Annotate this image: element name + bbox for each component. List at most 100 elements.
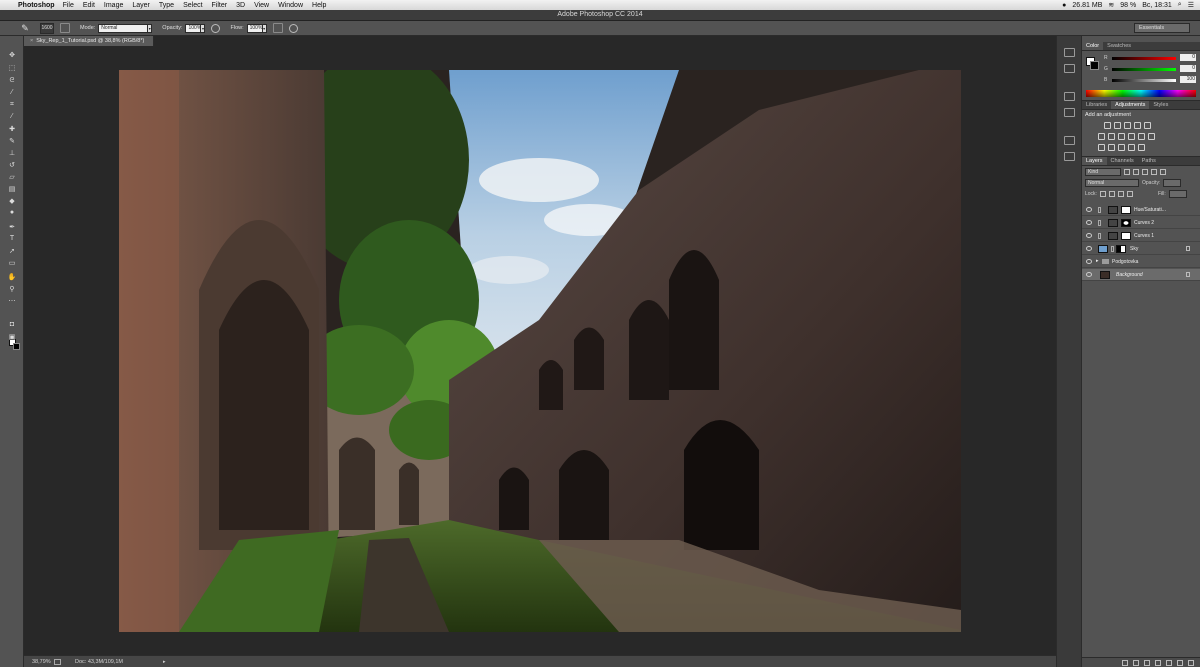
menu-app-name[interactable]: Photoshop — [18, 2, 55, 9]
menu-image[interactable]: Image — [104, 2, 123, 9]
filter-pixel-icon[interactable] — [1124, 168, 1130, 175]
marquee-tool-icon[interactable]: ⬚ — [7, 63, 17, 72]
filter-smart-object-icon[interactable] — [1160, 168, 1166, 175]
layer-filter-kind-select[interactable]: Kind — [1085, 167, 1121, 176]
eyedropper-tool-icon[interactable]: ⁄ — [7, 112, 17, 121]
tablet-pressure-size-icon[interactable] — [288, 23, 298, 33]
zoom-level-field[interactable]: 38,79% — [32, 659, 51, 665]
tab-libraries[interactable]: Libraries — [1082, 101, 1111, 109]
filter-adjustment-icon[interactable] — [1133, 168, 1139, 175]
workspace-switcher[interactable]: Essentials — [1134, 23, 1190, 33]
eraser-tool-icon[interactable]: ▱ — [7, 172, 17, 181]
layer-name[interactable]: Sky — [1130, 245, 1138, 253]
green-track[interactable] — [1112, 68, 1176, 71]
document-canvas-photo[interactable] — [119, 70, 961, 632]
curves-icon[interactable] — [1124, 122, 1131, 129]
blue-track[interactable] — [1112, 79, 1176, 82]
tab-styles[interactable]: Styles — [1149, 101, 1172, 109]
blend-mode-select[interactable]: Normal — [1085, 178, 1139, 187]
delete-layer-icon[interactable] — [1188, 659, 1194, 666]
zoom-tool-icon[interactable]: ⚲ — [7, 284, 17, 293]
red-track[interactable] — [1112, 57, 1176, 60]
extra-tool-icon[interactable]: ⋯ — [7, 296, 17, 305]
red-value-field[interactable]: 0 — [1180, 54, 1196, 61]
mode-select[interactable]: Normal — [98, 23, 149, 33]
status-menu-arrow-icon[interactable]: ▸ — [163, 659, 166, 665]
menu-view[interactable]: View — [254, 2, 269, 9]
type-tool-icon[interactable]: T — [7, 234, 17, 243]
new-adjustment-layer-icon[interactable] — [1155, 659, 1161, 666]
tab-adjustments[interactable]: Adjustments — [1111, 101, 1150, 109]
layer-name[interactable]: Curves 1 — [1134, 232, 1154, 240]
layer-name[interactable]: Hue/Saturati... — [1134, 206, 1166, 214]
brush-size-field[interactable]: 1600 — [40, 22, 54, 34]
rectangle-tool-icon[interactable]: ▭ — [7, 258, 17, 267]
black-white-icon[interactable] — [1118, 133, 1125, 140]
close-document-icon[interactable]: × — [30, 38, 33, 44]
levels-icon[interactable] — [1114, 122, 1121, 129]
layer-style-icon[interactable] — [1133, 659, 1139, 666]
search-icon[interactable]: ⌕ — [1178, 1, 1182, 9]
layer-row[interactable]: Sky — [1082, 243, 1200, 255]
gradient-tool-icon[interactable]: ▤ — [7, 184, 17, 193]
move-tool-icon[interactable]: ✥ — [7, 50, 17, 59]
group-expand-caret-icon[interactable]: ▸ — [1096, 258, 1099, 264]
tab-swatches[interactable]: Swatches — [1103, 42, 1135, 50]
hand-tool-icon[interactable]: ✋ — [7, 272, 17, 281]
background-color-swatch[interactable] — [13, 343, 20, 350]
menu-filter[interactable]: Filter — [212, 2, 228, 9]
tab-paths[interactable]: Paths — [1138, 157, 1160, 165]
tab-color[interactable]: Color — [1082, 42, 1104, 50]
actions-panel-icon[interactable] — [1064, 64, 1075, 73]
list-icon[interactable]: ☰ — [1188, 1, 1194, 9]
brush-preset-picker[interactable]: ✎ — [14, 23, 36, 34]
layer-mask-thumb[interactable] — [1121, 232, 1131, 240]
menu-3d[interactable]: 3D — [236, 2, 245, 9]
clone-stamp-tool-icon[interactable]: ⊥ — [7, 148, 17, 157]
vibrance-triangle-icon[interactable] — [1144, 122, 1151, 129]
wifi-icon[interactable]: ≋ — [1108, 1, 1114, 9]
layer-mask-thumb[interactable] — [1121, 206, 1131, 214]
color-balance-icon[interactable] — [1108, 133, 1115, 140]
channel-mixer-icon[interactable] — [1138, 133, 1145, 140]
paragraph-panel-icon[interactable] — [1064, 152, 1075, 161]
posterize-icon[interactable] — [1108, 144, 1115, 151]
history-brush-tool-icon[interactable]: ↺ — [7, 160, 17, 169]
layer-name[interactable]: Curves 2 — [1134, 219, 1154, 227]
info-panel-icon[interactable] — [1064, 108, 1075, 117]
brightness-contrast-icon[interactable] — [1104, 122, 1111, 129]
color-lookup-icon[interactable] — [1148, 133, 1155, 140]
airbrush-icon[interactable] — [272, 23, 283, 33]
gradient-map-icon[interactable] — [1138, 144, 1145, 151]
character-panel-icon[interactable] — [1064, 136, 1075, 145]
path-selection-tool-icon[interactable]: ➚ — [7, 246, 17, 255]
visibility-eye-icon[interactable] — [1086, 272, 1092, 277]
selective-color-icon[interactable] — [1128, 144, 1135, 151]
lock-icon[interactable] — [1186, 272, 1190, 277]
menu-select[interactable]: Select — [183, 2, 202, 9]
layer-row[interactable]: Curves 2 — [1082, 217, 1200, 229]
status-share-icon[interactable] — [54, 658, 61, 665]
hue-saturation-icon[interactable] — [1098, 133, 1105, 140]
opacity-field[interactable]: 100% — [185, 23, 202, 33]
layer-name[interactable]: Podgotovka — [1112, 258, 1138, 266]
document-tab[interactable]: × Sky_Rep_1_Tutorial.psd @ 38,8% (RGB/8*) — [24, 36, 154, 46]
healing-brush-tool-icon[interactable]: ✚ — [7, 124, 17, 133]
red-slider[interactable]: R 0 — [1104, 54, 1198, 63]
exposure-icon[interactable] — [1134, 122, 1141, 129]
menu-layer[interactable]: Layer — [132, 2, 150, 9]
history-panel-icon[interactable] — [1064, 48, 1075, 57]
visibility-eye-icon[interactable] — [1086, 220, 1092, 225]
opacity-dropdown-icon[interactable]: ▾ — [200, 23, 206, 33]
new-group-icon[interactable] — [1166, 659, 1172, 666]
new-layer-icon[interactable] — [1177, 659, 1183, 666]
visibility-eye-icon[interactable] — [1086, 233, 1092, 238]
memory-icon[interactable]: ● — [1062, 2, 1066, 9]
properties-panel-icon[interactable] — [1064, 92, 1075, 101]
flow-field[interactable]: 100% — [246, 23, 263, 33]
blur-tool-icon[interactable]: ◆ — [7, 196, 17, 205]
invert-icon[interactable] — [1098, 144, 1105, 151]
crop-tool-icon[interactable]: ⌗ — [7, 100, 17, 109]
threshold-icon[interactable] — [1118, 144, 1125, 151]
pen-tool-icon[interactable]: ✒ — [7, 222, 17, 231]
